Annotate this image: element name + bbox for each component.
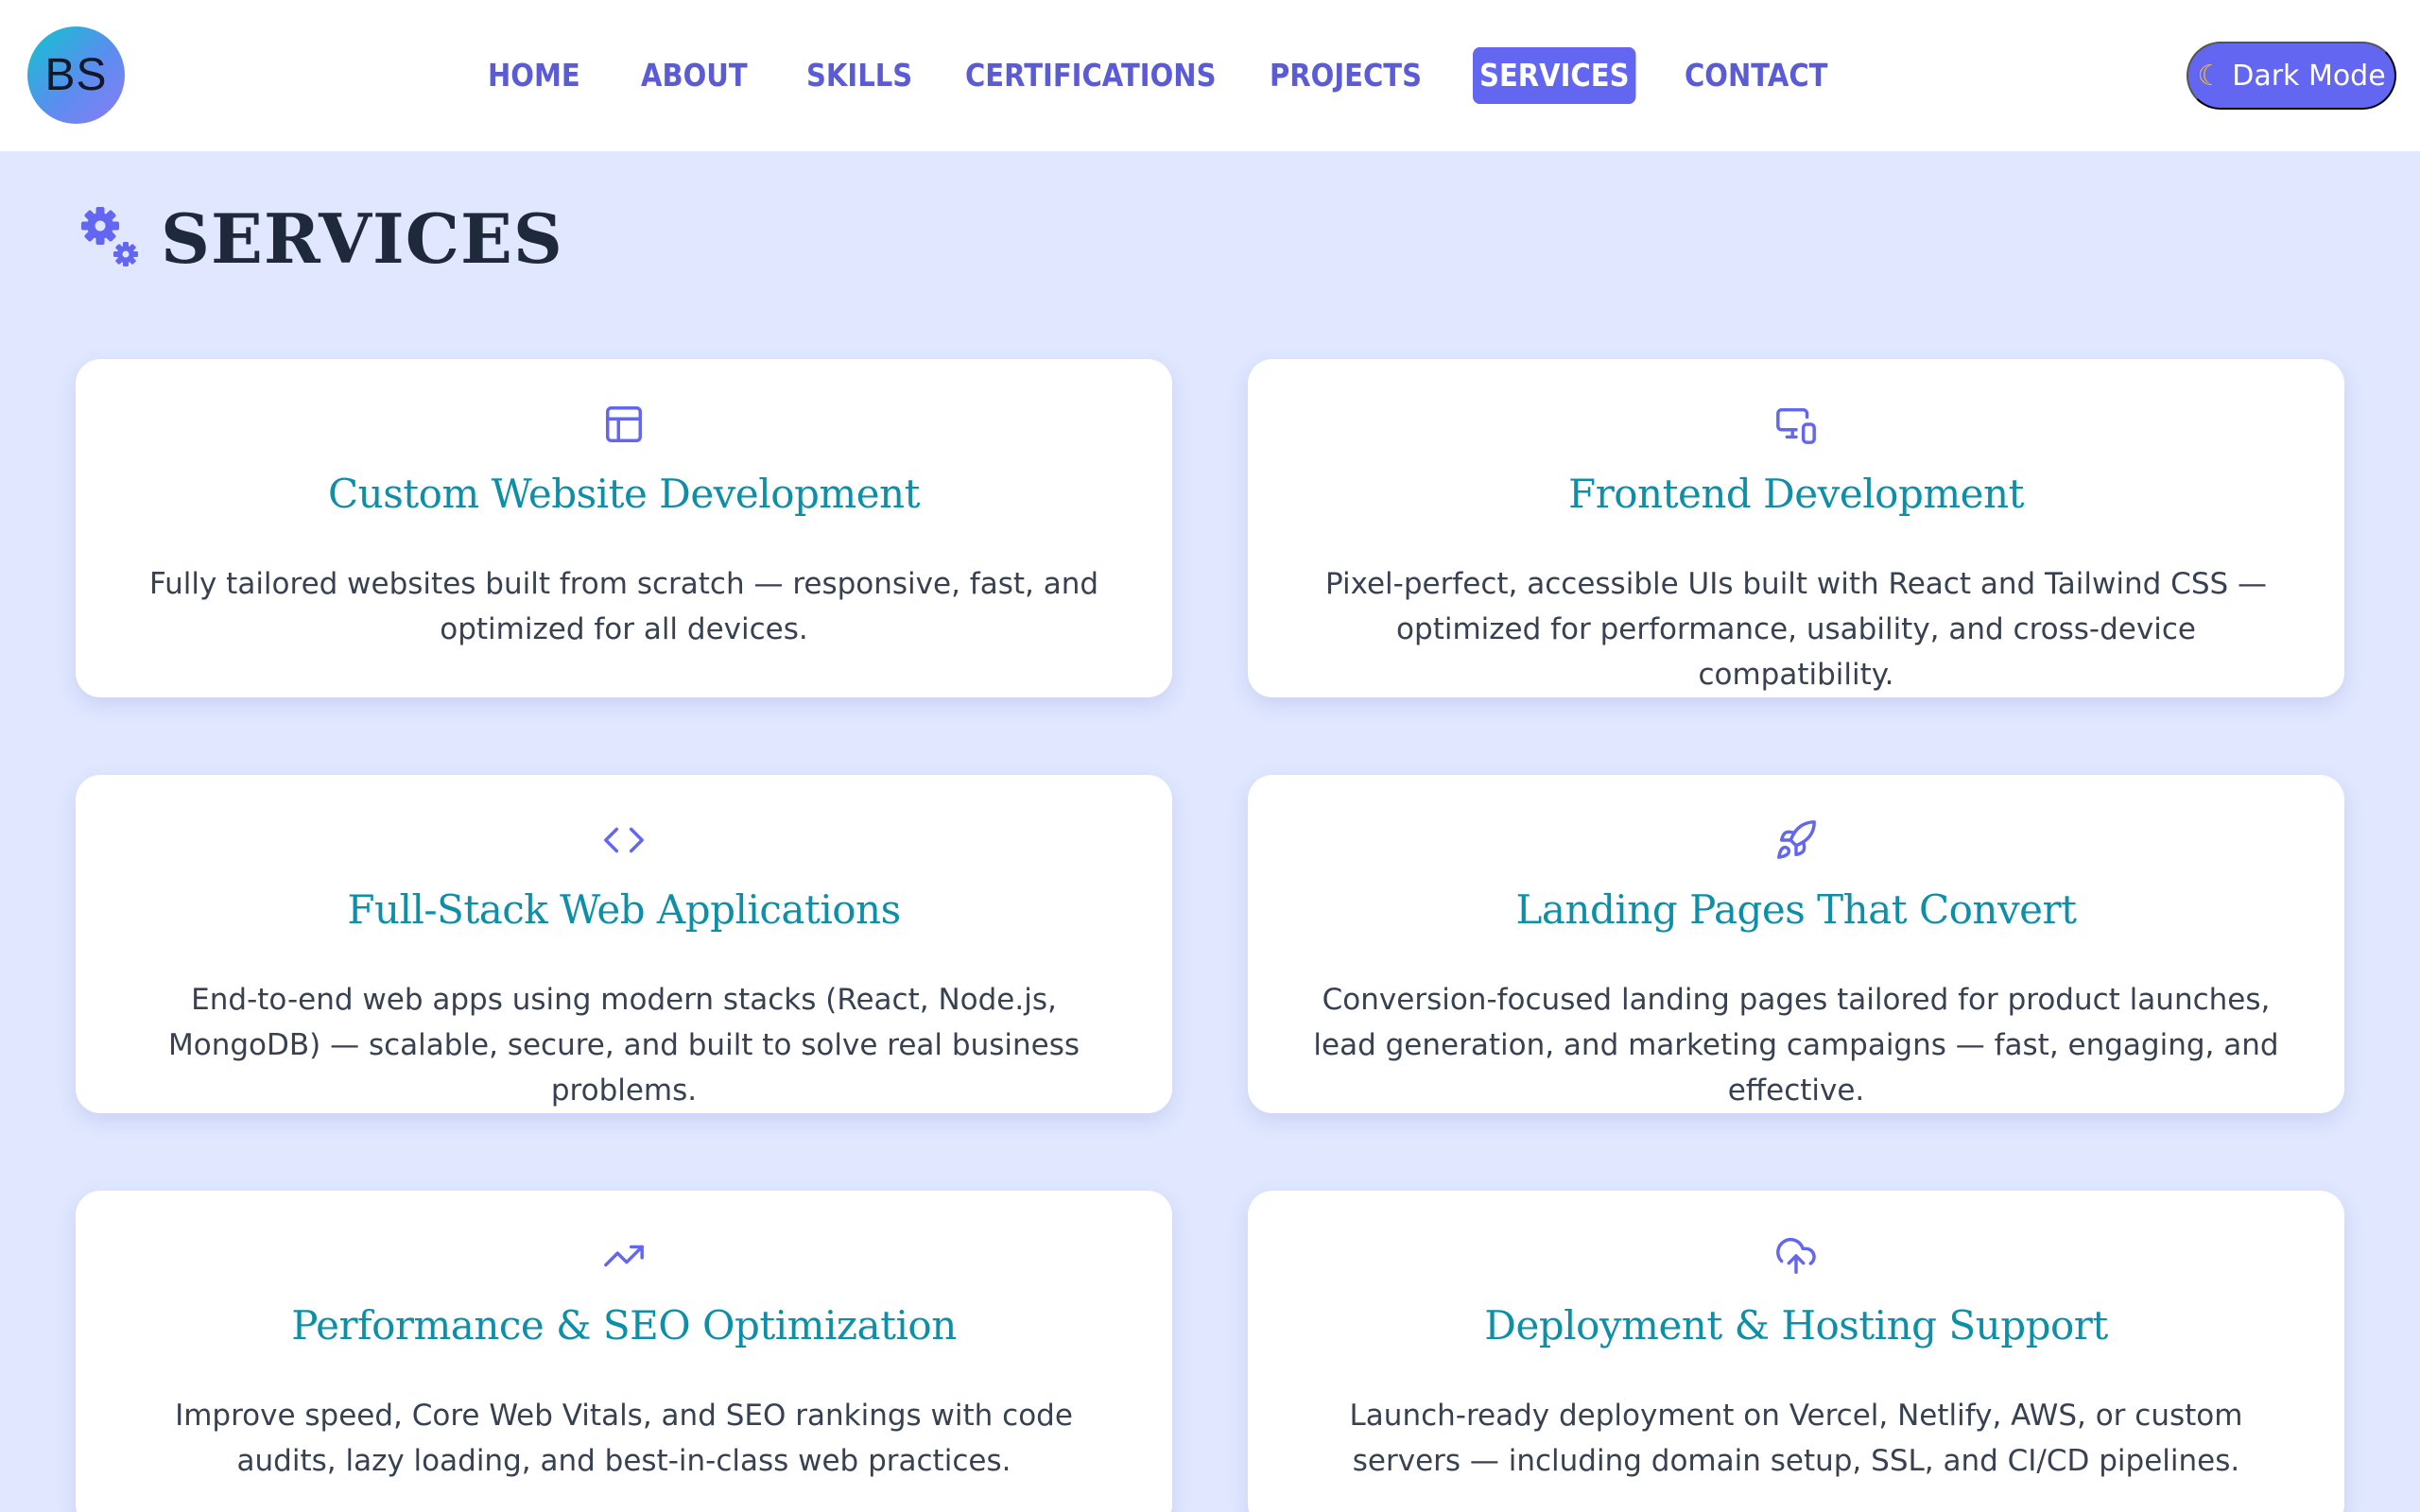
moon-icon: ☾ xyxy=(2197,59,2223,93)
nav-contact[interactable]: CONTACT xyxy=(1685,47,1827,104)
dark-mode-label: Dark Mode xyxy=(2232,59,2386,93)
service-title: Landing Pages That Convert xyxy=(1515,886,2078,933)
nav-home[interactable]: HOME xyxy=(488,47,580,104)
service-card: Frontend Development Pixel-perfect, acce… xyxy=(1248,359,2344,697)
nav-services[interactable]: SERVICES xyxy=(1473,47,1636,104)
service-card: Performance & SEO Optimization Improve s… xyxy=(76,1191,1172,1512)
service-description: Conversion-focused landing pages tailore… xyxy=(1313,983,2279,1108)
service-title: Deployment & Hosting Support xyxy=(1484,1302,2108,1349)
nav-about[interactable]: ABOUT xyxy=(641,47,748,104)
service-description: Improve speed, Core Web Vitals, and SEO … xyxy=(175,1399,1073,1478)
service-description: Fully tailored websites built from scrat… xyxy=(148,567,1099,646)
service-title: Performance & SEO Optimization xyxy=(291,1302,957,1349)
nav-projects[interactable]: PROJECTS xyxy=(1270,47,1422,104)
service-description: Launch-ready deployment on Vercel, Netli… xyxy=(1349,1399,2243,1478)
nav-certifications[interactable]: CERTIFICATIONS xyxy=(965,47,1217,104)
service-title: Full-Stack Web Applications xyxy=(347,886,901,933)
section-heading: SERVICES xyxy=(79,197,563,280)
trending-up-icon xyxy=(602,1234,646,1278)
service-card: Custom Website Development Fully tailore… xyxy=(76,359,1172,697)
code-icon xyxy=(602,818,646,862)
dark-mode-toggle[interactable]: ☾ Dark Mode xyxy=(2187,42,2396,110)
service-description: Pixel-perfect, accessible UIs built with… xyxy=(1324,567,2268,692)
nav-skills[interactable]: SKILLS xyxy=(806,47,912,104)
service-card: Full-Stack Web Applications End-to-end w… xyxy=(76,775,1172,1113)
gears-icon xyxy=(79,205,140,271)
service-title: Frontend Development xyxy=(1568,471,2024,517)
rocket-icon xyxy=(1774,818,1818,862)
site-header: BS HOME ABOUT SKILLS CERTIFICATIONS PROJ… xyxy=(0,0,2420,151)
layout-icon xyxy=(602,403,646,446)
service-card: Landing Pages That Convert Conversion-fo… xyxy=(1248,775,2344,1113)
service-title: Custom Website Development xyxy=(328,471,920,517)
main-nav: HOME ABOUT SKILLS CERTIFICATIONS PROJECT… xyxy=(0,47,2420,104)
page-title: SERVICES xyxy=(161,198,563,279)
service-card: Deployment & Hosting Support Launch-read… xyxy=(1248,1191,2344,1512)
cloud-upload-icon xyxy=(1774,1234,1818,1278)
service-description: End-to-end web apps using modern stacks … xyxy=(168,983,1080,1108)
devices-icon xyxy=(1774,403,1818,446)
